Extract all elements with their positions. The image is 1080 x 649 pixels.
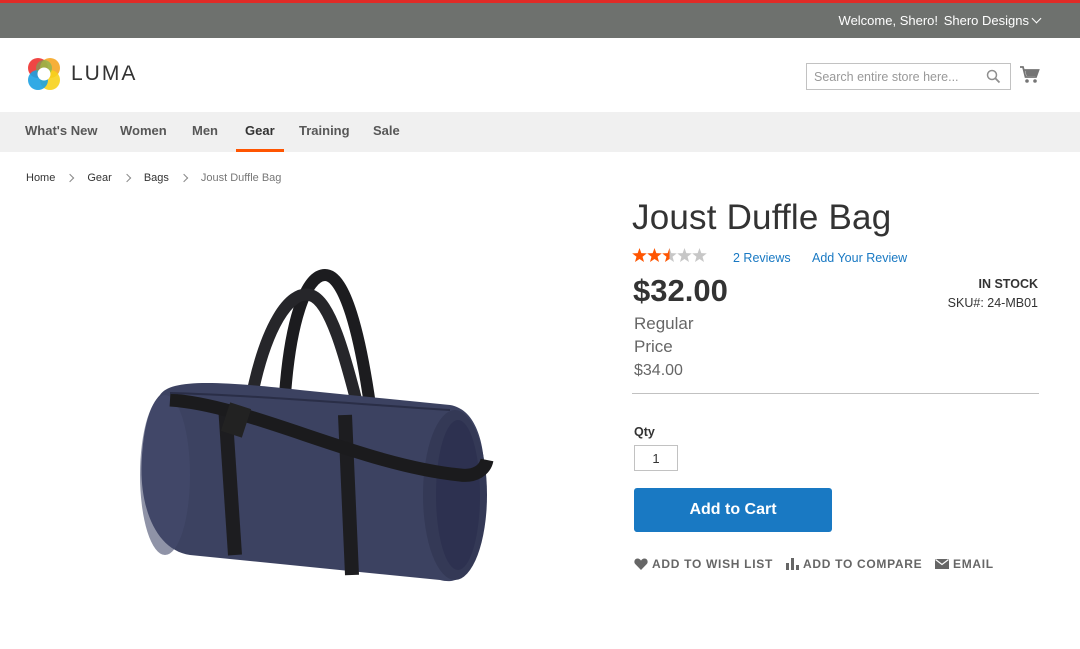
nav-item-training[interactable]: Training — [299, 112, 350, 152]
chevron-right-icon — [122, 173, 132, 183]
qty-label: Qty — [634, 425, 655, 439]
search-icon[interactable] — [986, 69, 1001, 84]
star-half-icon — [662, 248, 677, 262]
nav-item-women[interactable]: Women — [120, 112, 167, 152]
old-price: $34.00 — [634, 362, 683, 379]
stock-status: IN STOCK — [978, 277, 1039, 291]
chevron-right-icon — [66, 173, 75, 183]
star-full-icon — [632, 248, 647, 262]
star-full-icon — [647, 248, 662, 262]
cart-icon[interactable] — [1019, 65, 1041, 85]
product-title: Joust Duffle Bag — [632, 198, 892, 237]
main-navigation: What's New Women Men Gear Training Sale — [0, 112, 1080, 152]
account-name: Shero Designs — [943, 13, 1029, 28]
luma-logo-icon — [28, 58, 60, 90]
final-price: $32.00 — [633, 273, 728, 308]
email-link[interactable]: EMAIL — [935, 557, 994, 571]
sku: SKU#: 24-MB01 — [947, 296, 1038, 310]
luma-logo[interactable]: LUMA — [26, 56, 137, 92]
breadcrumb-gear[interactable]: Gear — [87, 172, 111, 184]
nav-item-men[interactable]: Men — [192, 112, 218, 152]
breadcrumb: Home Gear Bags Joust Duffle Bag — [26, 172, 281, 184]
chevron-down-icon — [1031, 13, 1042, 24]
add-review-link[interactable]: Add Your Review — [812, 251, 907, 265]
nav-item-sale[interactable]: Sale — [373, 112, 400, 152]
product-image[interactable] — [130, 255, 500, 595]
nav-item-gear[interactable]: Gear — [236, 112, 284, 152]
add-to-wishlist-link[interactable]: ADD TO WISH LIST — [634, 557, 773, 571]
divider — [632, 393, 1039, 394]
wishlist-label: ADD TO WISH LIST — [652, 557, 773, 571]
add-to-compare-link[interactable]: ADD TO COMPARE — [786, 557, 922, 571]
welcome-message: Welcome, Shero! — [838, 13, 938, 28]
qty-input[interactable] — [634, 445, 678, 471]
heart-icon — [634, 558, 648, 570]
star-empty-icon — [692, 248, 707, 262]
breadcrumb-current: Joust Duffle Bag — [200, 172, 282, 184]
regular-price-label: Regular Price — [634, 314, 694, 356]
rating-stars — [632, 248, 707, 262]
star-empty-icon — [677, 248, 692, 262]
logo-text: LUMA — [71, 62, 138, 85]
search-input[interactable] — [807, 64, 977, 89]
compare-label: ADD TO COMPARE — [803, 557, 923, 571]
nav-item-whats-new[interactable]: What's New — [25, 112, 97, 152]
breadcrumb-home[interactable]: Home — [26, 172, 55, 184]
breadcrumb-bags[interactable]: Bags — [144, 172, 169, 184]
chevron-right-icon — [179, 173, 189, 183]
envelope-icon — [935, 559, 949, 569]
panel-header: Welcome, Shero! Shero Designs — [0, 3, 1080, 38]
add-to-cart-button[interactable]: Add to Cart — [634, 488, 832, 532]
compare-bars-icon — [786, 558, 799, 570]
reviews-link[interactable]: 2 Reviews — [733, 251, 791, 265]
search-box — [806, 63, 1011, 90]
email-label: EMAIL — [953, 557, 994, 571]
account-switcher[interactable]: Shero Designs — [943, 13, 1042, 28]
